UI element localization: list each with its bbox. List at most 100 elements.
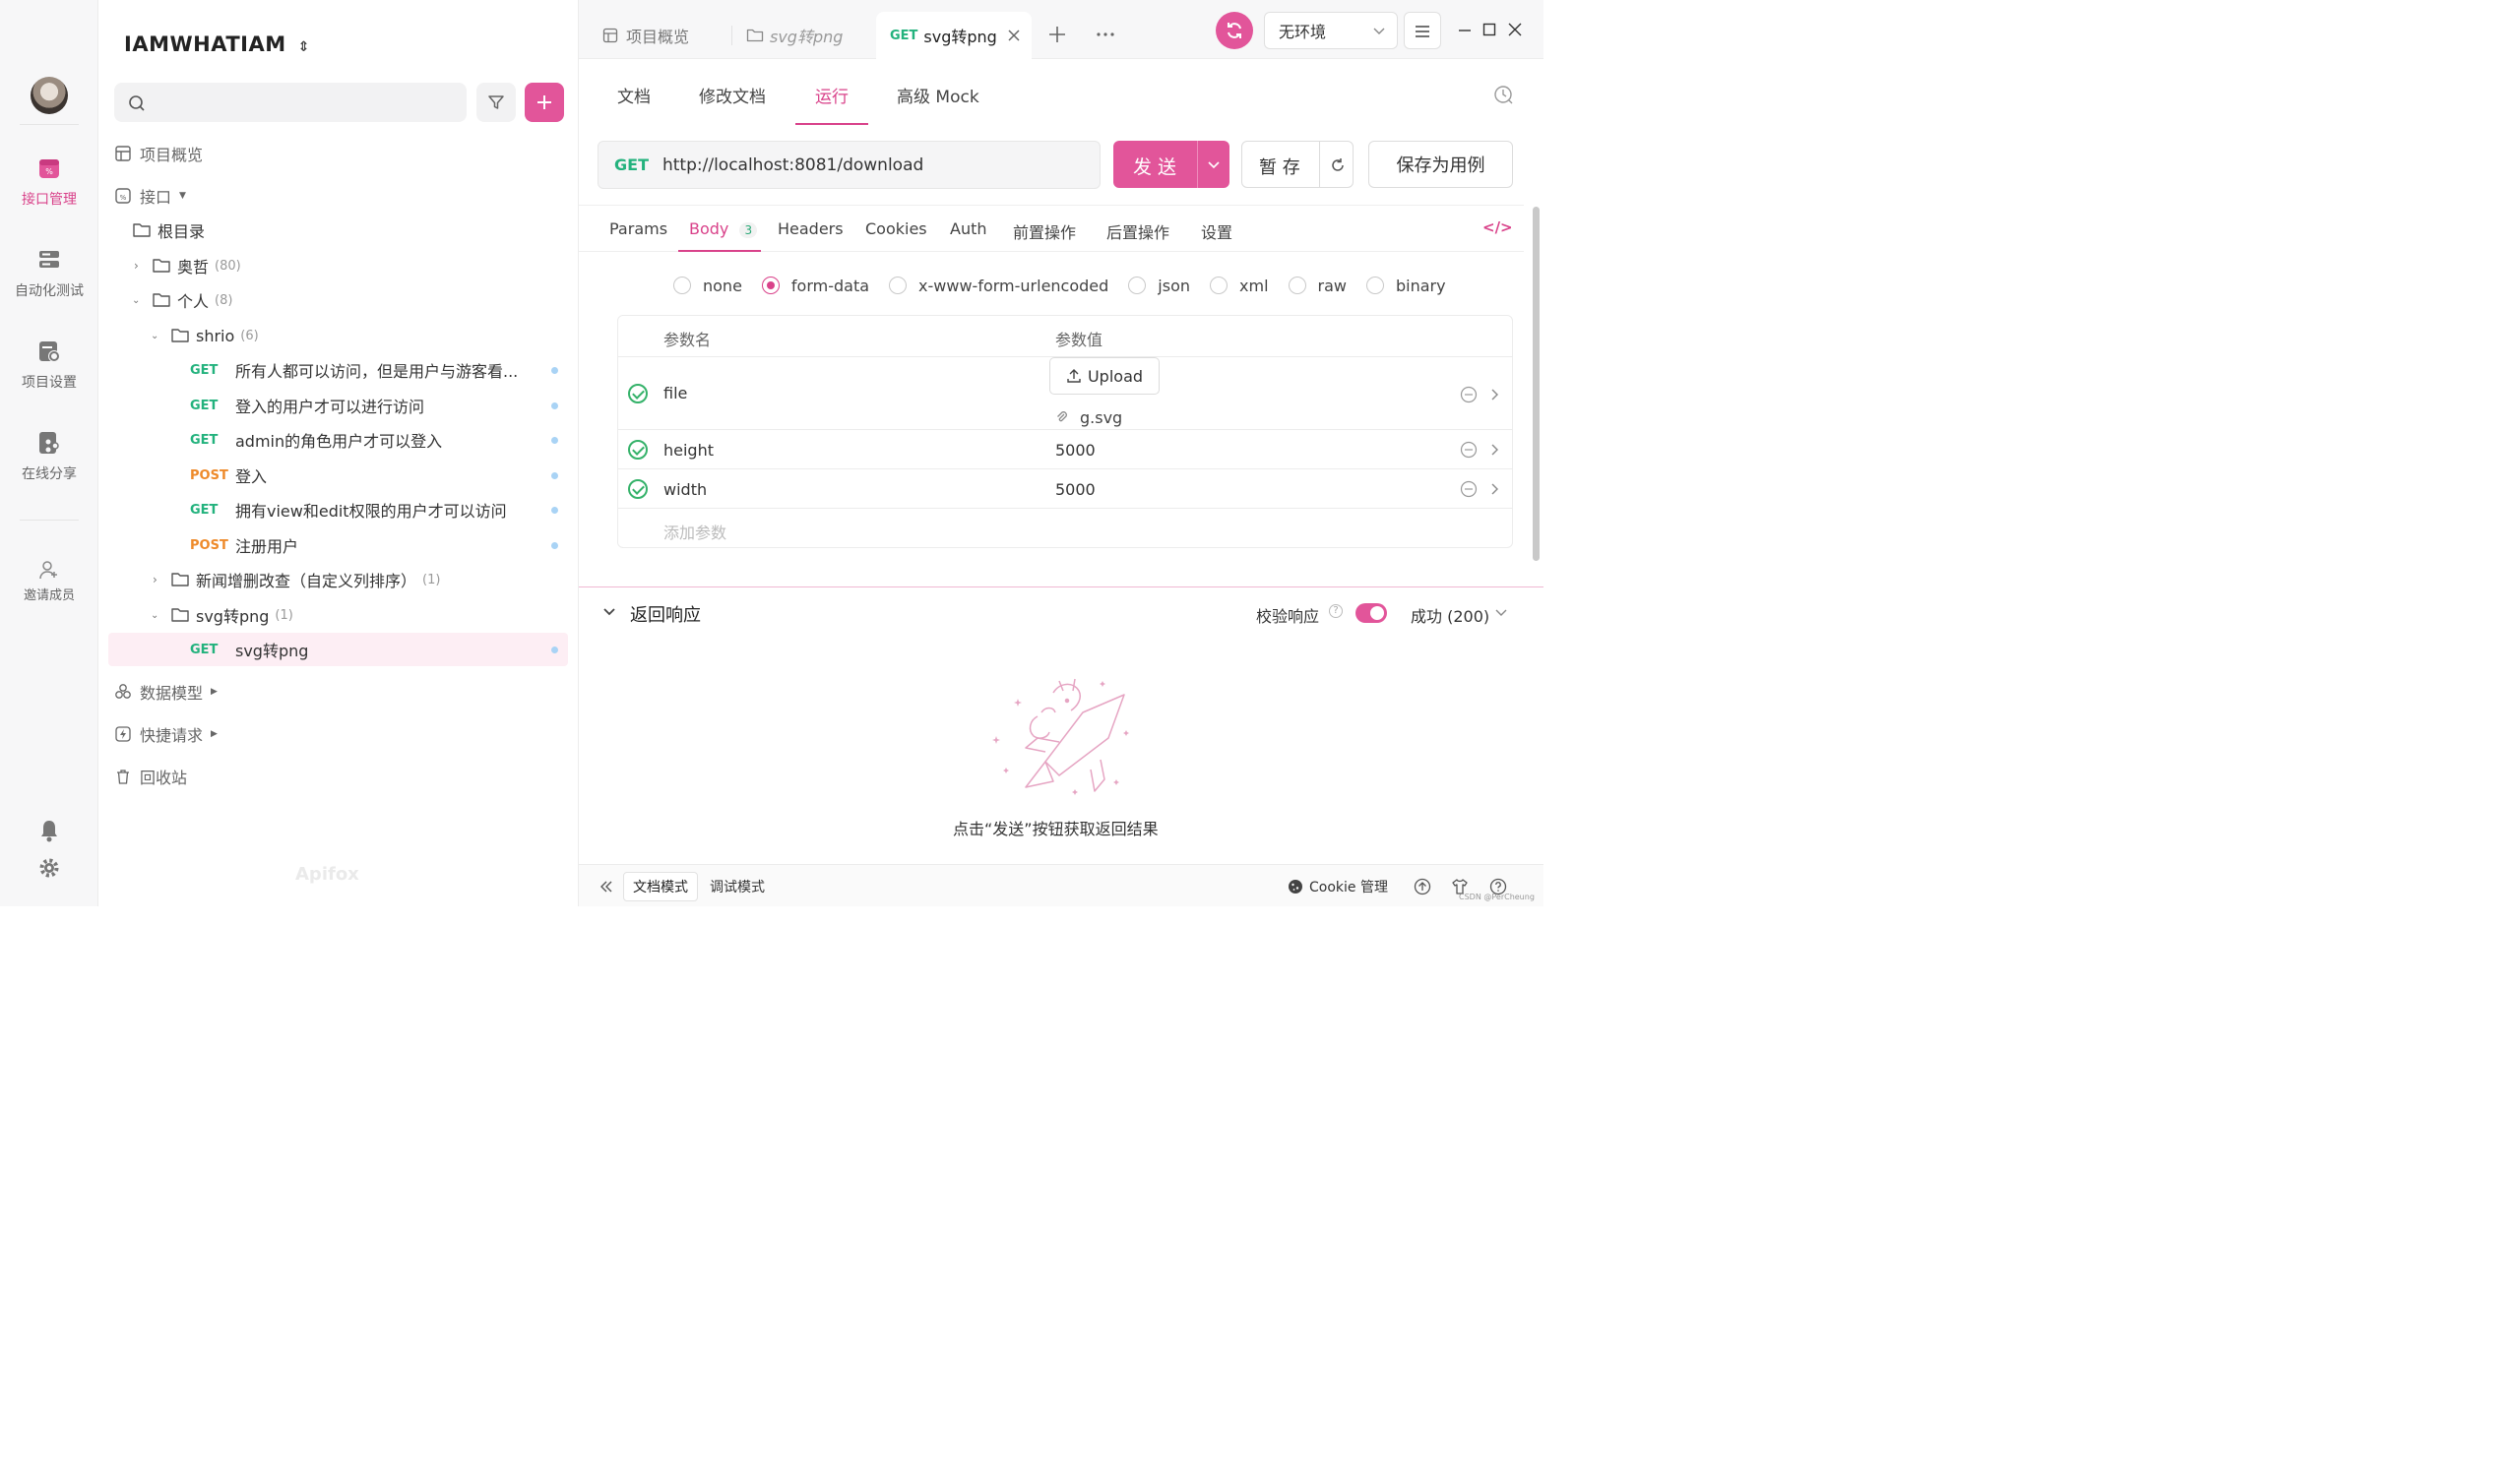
history-icon[interactable]: [1492, 84, 1514, 105]
tree-api-item[interactable]: POST 注册用户: [108, 528, 568, 562]
row-enabled-checkbox[interactable]: [628, 479, 648, 499]
cookie-management-button[interactable]: Cookie 管理: [1288, 877, 1388, 896]
bell-icon[interactable]: [38, 819, 60, 842]
code-icon[interactable]: </>: [1482, 218, 1513, 236]
reset-icon[interactable]: [1329, 156, 1347, 174]
tree-item-interfaces[interactable]: % 接口 ▼: [108, 179, 568, 213]
tree-api-item[interactable]: GET admin的角色用户才可以登入: [108, 423, 568, 457]
tab-run[interactable]: 运行: [815, 83, 849, 107]
add-param-row[interactable]: 添加参数: [618, 508, 1512, 547]
radio-binary[interactable]: binary: [1365, 277, 1446, 295]
chevron-right-icon[interactable]: [1490, 482, 1500, 496]
collapse-left-icon[interactable]: [599, 880, 613, 894]
add-param-placeholder[interactable]: 添加参数: [663, 520, 726, 543]
table-row[interactable]: file Upload g.svg: [618, 356, 1512, 429]
tree-item-recycle-bin[interactable]: 回收站: [108, 760, 568, 793]
filter-button[interactable]: [476, 83, 516, 122]
tree-folder-personal[interactable]: ⌄ 个人 (8): [108, 283, 568, 317]
chevron-down-icon[interactable]: [1495, 608, 1507, 618]
chevron-down-icon[interactable]: [1208, 159, 1220, 169]
upload-button[interactable]: Upload: [1049, 357, 1160, 395]
tree-item-overview[interactable]: 项目概览: [108, 137, 568, 170]
chevron-right-icon[interactable]: [1490, 388, 1500, 401]
gear-icon[interactable]: [38, 857, 60, 879]
tree-folder-svg[interactable]: ⌄ svg转png (1): [108, 598, 568, 632]
tree-api-item[interactable]: POST 登入: [108, 459, 568, 492]
remove-row-icon[interactable]: [1460, 480, 1478, 498]
tree-folder-root[interactable]: 根目录: [108, 214, 568, 247]
minimize-icon[interactable]: [1457, 22, 1473, 37]
tab-advanced-mock[interactable]: 高级 Mock: [897, 83, 979, 107]
url-input[interactable]: GET http://localhost:8081/download: [598, 141, 1101, 189]
method-select[interactable]: GET: [614, 155, 649, 174]
radio-xml[interactable]: xml: [1210, 277, 1269, 295]
add-button[interactable]: [525, 83, 564, 122]
validate-toggle[interactable]: [1355, 603, 1387, 623]
menu-button[interactable]: [1404, 12, 1441, 49]
tab-active-request[interactable]: GET svg转png: [876, 12, 1032, 59]
window-close-icon[interactable]: [1507, 22, 1523, 37]
radio-json[interactable]: json: [1128, 277, 1190, 295]
rail-item-share[interactable]: 在线分享: [0, 430, 98, 483]
save-temp-button[interactable]: 暂 存: [1241, 141, 1354, 188]
param-name[interactable]: file: [663, 384, 687, 402]
tree-item-quick-requests[interactable]: 快捷请求 ▶: [108, 717, 568, 751]
tab-svg-folder[interactable]: svg转png: [734, 12, 872, 59]
tab-edit-doc[interactable]: 修改文档: [699, 83, 766, 107]
rail-item-automation[interactable]: 自动化测试: [0, 247, 98, 300]
rail-item-project-settings[interactable]: 项目设置: [0, 339, 98, 392]
tab-params[interactable]: Params: [609, 219, 667, 238]
tab-headers[interactable]: Headers: [778, 219, 844, 238]
doc-mode-button[interactable]: 文档模式: [623, 872, 698, 901]
close-icon[interactable]: [1007, 29, 1021, 42]
tab-post-operations[interactable]: 后置操作: [1106, 219, 1169, 243]
save-as-case-button[interactable]: 保存为用例: [1368, 141, 1513, 188]
response-status-select[interactable]: 成功 (200): [1411, 603, 1489, 627]
new-tab-plus-icon[interactable]: [1048, 26, 1066, 43]
help-icon[interactable]: ?: [1329, 604, 1343, 618]
tree-item-data-models[interactable]: 数据模型 ▶: [108, 675, 568, 709]
tab-settings[interactable]: 设置: [1201, 219, 1232, 243]
table-row[interactable]: width 5000: [618, 468, 1512, 508]
send-button[interactable]: 发 送: [1113, 141, 1229, 188]
radio-raw[interactable]: raw: [1288, 277, 1347, 295]
param-name[interactable]: width: [663, 480, 707, 499]
remove-row-icon[interactable]: [1460, 441, 1478, 459]
attached-file-name[interactable]: g.svg: [1080, 408, 1122, 427]
chevron-right-icon[interactable]: [1490, 443, 1500, 457]
tree-folder-news[interactable]: › 新闻增删改查（自定义列排序） (1): [108, 563, 568, 596]
debug-mode-button[interactable]: 调试模式: [701, 872, 774, 901]
tree-api-item[interactable]: GET 所有人都可以访问，但是用户与游客看...: [108, 353, 568, 387]
maximize-icon[interactable]: [1481, 22, 1497, 37]
tab-overview[interactable]: 项目概览: [589, 12, 728, 59]
scrollbar[interactable]: [1533, 207, 1540, 561]
param-value[interactable]: 5000: [1055, 480, 1096, 499]
tab-pre-operations[interactable]: 前置操作: [1013, 219, 1076, 243]
tab-doc[interactable]: 文档: [617, 83, 651, 107]
rail-item-api-management[interactable]: % 接口管理: [0, 155, 98, 209]
tab-cookies[interactable]: Cookies: [865, 219, 927, 238]
environment-select[interactable]: 无环境: [1264, 12, 1398, 49]
tab-auth[interactable]: Auth: [950, 219, 987, 238]
param-value[interactable]: 5000: [1055, 441, 1096, 460]
tree-api-item[interactable]: GET 拥有view和edit权限的用户才可以访问: [108, 493, 568, 526]
user-avatar[interactable]: [31, 77, 68, 114]
invite-member-button[interactable]: 邀请成员: [0, 559, 98, 603]
remove-row-icon[interactable]: [1460, 386, 1478, 403]
tab-body[interactable]: Body 3: [689, 219, 758, 238]
upload-cloud-icon[interactable]: [1414, 878, 1431, 895]
param-name[interactable]: height: [663, 441, 714, 460]
search-input[interactable]: [114, 83, 467, 122]
radio-none[interactable]: none: [673, 277, 742, 295]
chevron-down-icon[interactable]: [602, 607, 616, 617]
tree-api-item-selected[interactable]: GET svg转png: [108, 633, 568, 666]
tree-api-item[interactable]: GET 登入的用户才可以进行访问: [108, 389, 568, 422]
tree-folder-aozhe[interactable]: › 奥哲 (80): [108, 249, 568, 282]
sync-button[interactable]: [1216, 12, 1253, 49]
table-row[interactable]: height 5000: [618, 429, 1512, 468]
row-enabled-checkbox[interactable]: [628, 440, 648, 460]
radio-form-data[interactable]: form-data: [761, 277, 869, 295]
radio-urlencoded[interactable]: x-www-form-urlencoded: [889, 277, 1108, 295]
row-enabled-checkbox[interactable]: [628, 384, 648, 403]
project-switcher[interactable]: IAMWHATIAM ⇕: [124, 32, 310, 56]
